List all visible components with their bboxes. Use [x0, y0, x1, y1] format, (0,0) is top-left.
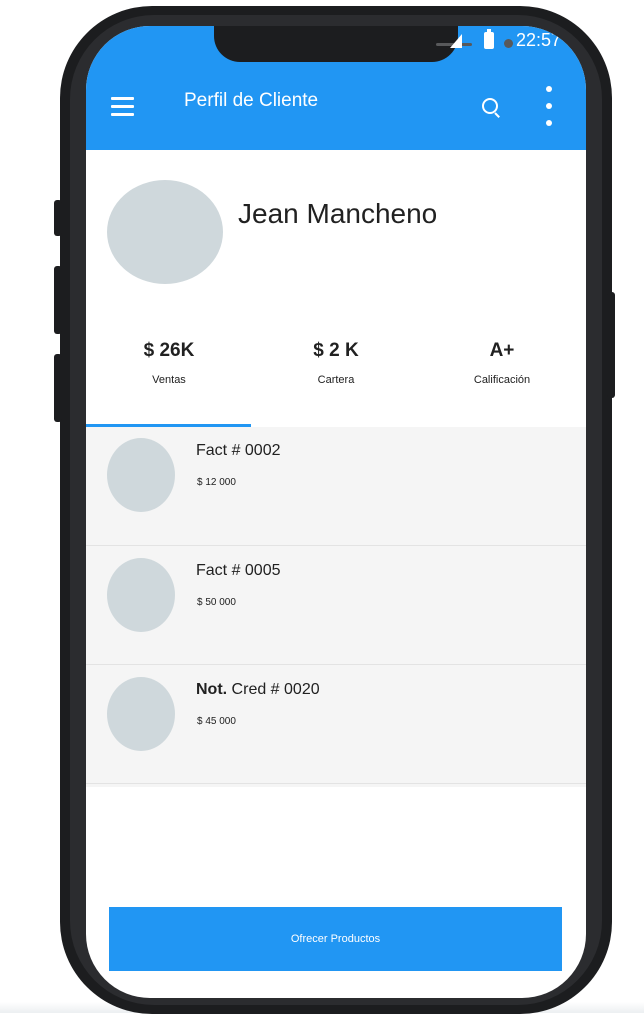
item-title: Fact # 0005 [196, 562, 281, 579]
offer-products-button[interactable]: Ofrecer Productos [109, 907, 562, 971]
tab-ventas[interactable]: $ 26K Ventas [86, 340, 252, 386]
more-vert-icon[interactable] [546, 86, 552, 126]
app-bar: 22:57 Perfil de Cliente [86, 26, 586, 150]
page-title: Perfil de Cliente [184, 90, 319, 111]
list-item[interactable]: Fact # 0005 $ 50 000 [86, 546, 586, 665]
item-avatar [107, 558, 175, 632]
stat-label-cartera: Cartera [317, 374, 355, 386]
volume-down-button [54, 354, 62, 422]
tab-calificacion[interactable]: A+ Calificación [419, 340, 585, 386]
document-list: Fact # 0002 $ 12 000 Fact # 0005 $ 50 00… [86, 427, 586, 787]
stat-label-ventas: Ventas [152, 374, 186, 386]
stat-value-calificacion: A+ [489, 340, 515, 361]
power-button [607, 292, 615, 398]
volume-up-button [54, 266, 62, 334]
item-amount: $ 12 000 [197, 477, 236, 488]
stat-label-calificacion: Calificación [473, 374, 531, 386]
customer-avatar [107, 180, 223, 284]
item-amount: $ 45 000 [197, 716, 236, 727]
list-item[interactable]: Not. Cred # 0020 $ 45 000 [86, 665, 586, 784]
customer-name: Jean Mancheno [238, 198, 438, 229]
item-avatar [107, 438, 175, 512]
notch [214, 26, 513, 62]
list-item[interactable]: Fact # 0002 $ 12 000 [86, 427, 586, 546]
front-camera [504, 39, 513, 48]
tab-cartera[interactable]: $ 2 K Cartera [253, 340, 419, 386]
stat-value-cartera: $ 2 K [313, 340, 359, 361]
item-title: Fact # 0002 [196, 442, 281, 459]
item-amount: $ 50 000 [197, 597, 236, 608]
signal-icon [450, 34, 462, 48]
stat-value-ventas: $ 26K [143, 340, 195, 361]
mute-switch [54, 200, 62, 236]
item-title: Not. Cred # 0020 [196, 681, 320, 698]
phone-screen: 22:57 Perfil de Cliente Jean Mancheno $ … [86, 26, 586, 998]
item-avatar [107, 677, 175, 751]
menu-icon[interactable] [111, 97, 134, 116]
battery-icon [484, 29, 494, 49]
status-time: 22:57 [516, 30, 562, 50]
search-icon[interactable] [482, 98, 498, 114]
